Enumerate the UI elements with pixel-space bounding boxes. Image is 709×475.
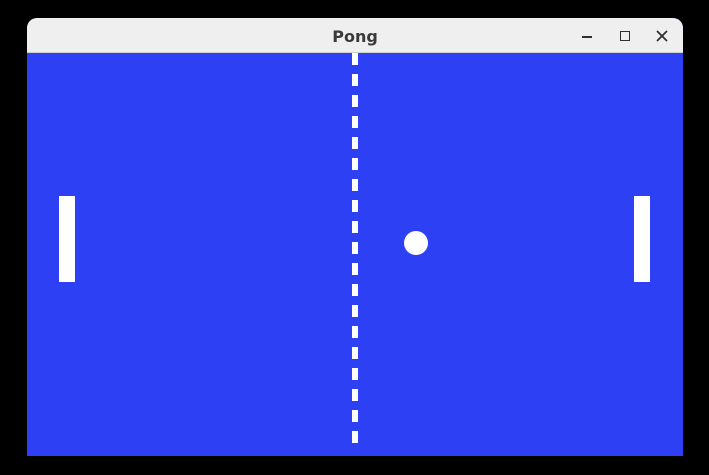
maximize-button[interactable] <box>614 25 636 47</box>
right-paddle <box>634 196 650 282</box>
pong-window: Pong <box>27 18 683 456</box>
minimize-button[interactable] <box>576 25 598 47</box>
game-playfield[interactable] <box>27 53 683 456</box>
minimize-icon <box>582 36 592 38</box>
maximize-icon <box>620 31 630 41</box>
close-icon <box>656 30 668 42</box>
center-net <box>352 53 358 451</box>
ball <box>404 231 428 255</box>
left-paddle <box>59 196 75 282</box>
close-button[interactable] <box>651 25 673 47</box>
title-bar[interactable]: Pong <box>27 18 683 53</box>
